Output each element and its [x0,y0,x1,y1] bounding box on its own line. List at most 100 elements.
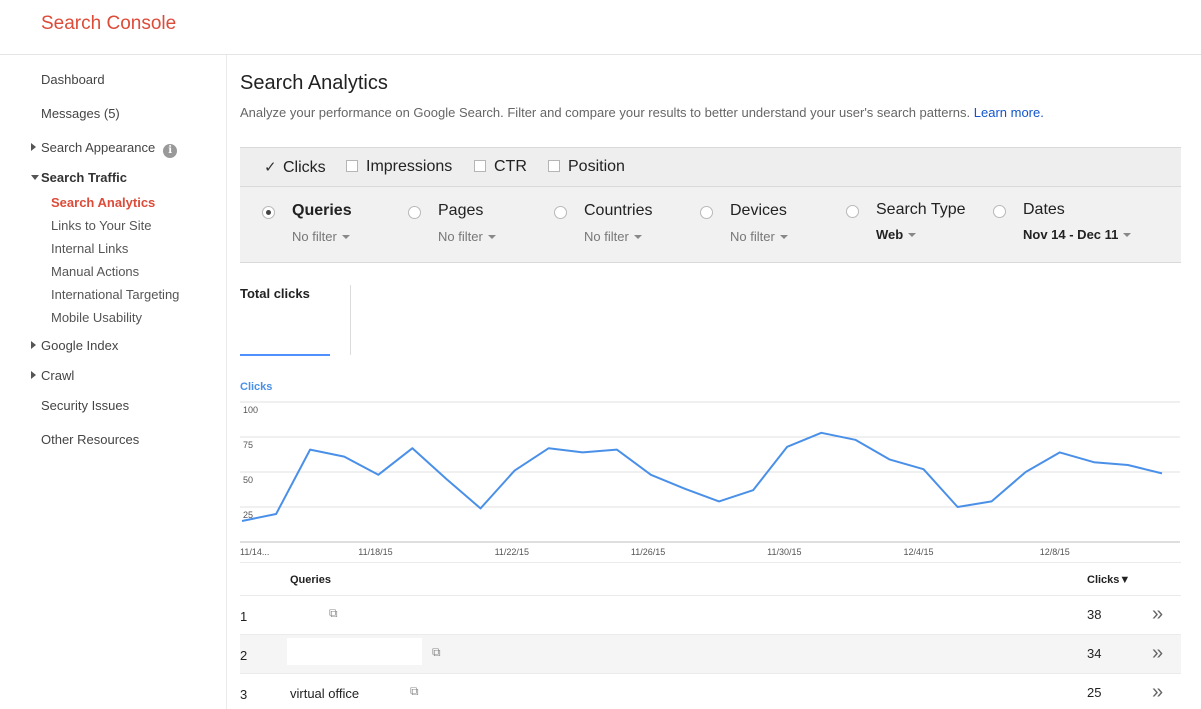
total-clicks-tab[interactable]: Total clicks [240,283,330,356]
checkbox[interactable] [346,160,358,172]
filter-value: Web [876,227,904,242]
sidebar-item-search-appearance[interactable]: Search Appearance i [41,140,178,158]
info-icon[interactable]: i [163,144,178,158]
filter-value: No filter [584,229,629,244]
column-header-clicks[interactable]: Clicks▼ [1087,574,1130,586]
x-tick-label: 12/4/15 [903,547,933,557]
caret-down-icon [779,235,788,239]
group-label: Devices [730,202,787,219]
row-rank: 2 [240,648,248,663]
filter-value: Nov 14 - Dec 11 [1023,227,1119,242]
y-tick-label: 100 [243,405,258,415]
sidebar-item-mobile-usability[interactable]: Mobile Usability [51,310,142,325]
group-label: Queries [292,202,352,219]
x-tick-label: 11/14... [240,547,269,557]
group-filter[interactable]: No filter [438,229,496,244]
group-label: Countries [584,202,653,219]
group-filter[interactable]: No filter [584,229,642,244]
group-filter[interactable]: No filter [730,229,788,244]
row-clicks: 38 [1087,607,1102,622]
caret-down-icon [487,235,496,239]
table-row[interactable]: 2 ⧉ 34 » [240,635,1181,674]
sidebar-item-manual-actions[interactable]: Manual Actions [51,264,139,279]
table-header: Queries Clicks▼ [240,562,1181,596]
checkmark-icon[interactable]: ✓ [264,158,277,176]
double-chevron-icon[interactable]: » [1152,681,1163,704]
external-link-icon[interactable]: ⧉ [410,684,419,699]
group-filter[interactable]: Web [876,227,917,242]
y-tick-label: 50 [243,475,253,485]
learn-more-link[interactable]: Learn more. [974,105,1044,120]
group-filter[interactable]: No filter [292,229,350,244]
expand-right-icon[interactable] [31,341,36,349]
y-axis-label: Clicks [240,381,272,393]
metric-clicks[interactable]: ✓ Clicks [264,158,326,177]
metric-label: Impressions [366,158,453,175]
double-chevron-icon[interactable]: » [1152,642,1163,665]
clicks-chart: Clicks 25 50 75 100 11/14... 11/18/15 11/22/15 1… [240,380,1181,560]
sidebar-item-dashboard[interactable]: Dashboard [41,72,105,87]
filter-value: No filter [292,229,337,244]
x-tick-label: 11/30/15 [767,547,801,557]
metric-ctr[interactable]: CTR [474,158,527,176]
radio-button[interactable] [993,205,1006,218]
metric-label: Position [568,158,625,175]
sidebar-item-internal-links[interactable]: Internal Links [51,241,128,256]
filter-value: No filter [730,229,775,244]
metrics-bar: ✓ Clicks Impressions CTR Position [240,147,1181,187]
page-title: Search Analytics [240,72,388,94]
caret-down-icon [908,233,917,237]
sidebar-item-security-issues[interactable]: Security Issues [41,398,129,413]
sidebar-item-messages[interactable]: Messages (5) [41,106,120,121]
sidebar-item-other-resources[interactable]: Other Resources [41,432,139,447]
row-rank: 3 [240,687,248,702]
total-clicks-label: Total clicks [240,286,310,301]
x-tick-label: 11/26/15 [631,547,665,557]
table-row[interactable]: 3 virtual office ⧉ 25 » [240,674,1181,709]
radio-button[interactable] [700,206,713,219]
top-bar: Search Console [0,0,1201,55]
x-tick-label: 11/18/15 [358,547,392,557]
expand-right-icon[interactable] [31,143,36,151]
sidebar-item-crawl[interactable]: Crawl [41,368,74,383]
column-header-queries[interactable]: Queries [290,574,331,586]
caret-down-icon [1123,233,1132,237]
double-chevron-icon[interactable]: » [1152,603,1163,626]
expand-right-icon[interactable] [31,371,36,379]
x-tick-label: 11/22/15 [495,547,529,557]
sidebar-item-international-targeting[interactable]: International Targeting [51,287,179,302]
sidebar-item-search-analytics[interactable]: Search Analytics [51,195,155,210]
tab-divider [350,285,351,355]
page-description: Analyze your performance on Google Searc… [240,105,1044,120]
table-row[interactable]: 1 ⧉ 38 » [240,596,1181,635]
sidebar-item-google-index[interactable]: Google Index [41,338,118,353]
checkbox[interactable] [474,160,486,172]
sidebar-item-links-to-your-site[interactable]: Links to Your Site [51,218,151,233]
caret-down-icon [633,235,642,239]
y-tick-label: 75 [243,440,253,450]
external-link-icon[interactable]: ⧉ [432,645,441,660]
description-text: Analyze your performance on Google Searc… [240,105,971,120]
grouping-bar: Queries No filter Pages No filter Countr… [240,187,1181,263]
group-filter[interactable]: Nov 14 - Dec 11 [1023,227,1132,242]
redacted-block [287,638,422,665]
sidebar-item-label: Search Appearance [41,140,156,155]
external-link-icon[interactable]: ⧉ [329,606,338,621]
radio-button[interactable] [846,205,859,218]
group-label: Pages [438,202,484,219]
metric-impressions[interactable]: Impressions [346,158,452,176]
checkbox[interactable] [548,160,560,172]
radio-button[interactable] [554,206,567,219]
app-brand[interactable]: Search Console [41,13,176,35]
sidebar: Dashboard Messages (5) Search Appearance… [0,55,227,709]
caret-down-icon [341,235,350,239]
radio-button[interactable] [262,206,275,219]
metric-position[interactable]: Position [548,158,625,176]
radio-button[interactable] [408,206,421,219]
row-clicks: 25 [1087,685,1102,700]
row-query: virtual office [290,686,360,701]
expand-down-icon[interactable] [31,175,39,180]
row-clicks: 34 [1087,646,1102,661]
sidebar-item-search-traffic[interactable]: Search Traffic [41,170,127,185]
row-rank: 1 [240,609,248,624]
